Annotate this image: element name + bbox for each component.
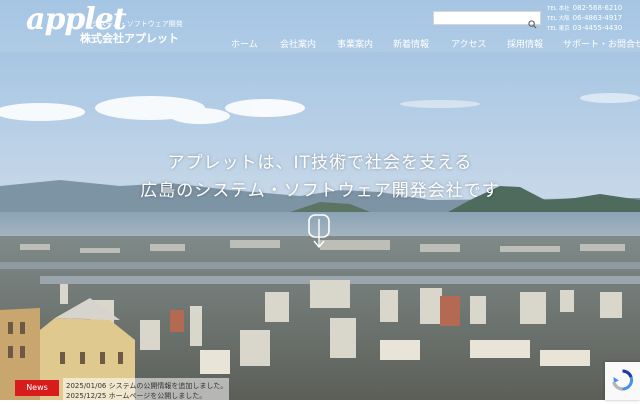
search-box	[433, 11, 541, 31]
nav-item-access[interactable]: アクセス	[451, 37, 487, 50]
contact-number: 03-4455-4430	[572, 24, 623, 32]
contact-label: TEL 東京	[547, 26, 570, 32]
scroll-down-icon[interactable]	[303, 214, 335, 258]
contact-number: 06-4863-4917	[572, 14, 623, 22]
nav-item-home[interactable]: ホーム	[231, 37, 258, 50]
site-header: applet システム・ソフトウェア開発 株式会社アプレット TEL 本社 082…	[0, 0, 640, 52]
recaptcha-icon	[612, 369, 634, 391]
nav-item-business[interactable]: 事業案内	[337, 37, 373, 50]
nav-item-company[interactable]: 会社案内	[280, 37, 316, 50]
search-input[interactable]	[434, 18, 530, 31]
news-list: 2025/01/06 システムの公開情報を追加しました。 2025/12/25 …	[63, 378, 229, 400]
contact-number: 082-568-6210	[572, 4, 623, 12]
contact-label: TEL 大阪	[547, 16, 570, 22]
contact-label: TEL 本社	[547, 6, 570, 12]
contact-phone-hq[interactable]: TEL 本社 082-568-6210	[547, 4, 622, 12]
news-badge[interactable]: News	[15, 380, 59, 396]
nav-item-support[interactable]: サポート・お問合せ	[563, 37, 640, 50]
news-item[interactable]: 2025/01/06 システムの公開情報を追加しました。	[66, 381, 227, 391]
search-icon[interactable]	[528, 14, 537, 33]
contact-phone-osaka[interactable]: TEL 大阪 06-4863-4917	[547, 14, 622, 22]
news-item[interactable]: 2025/12/25 ホームページを公開しました。	[66, 391, 206, 400]
news-bar: News 2025/01/06 システムの公開情報を追加しました。 2025/1…	[0, 378, 640, 400]
nav-item-recruit[interactable]: 採用情報	[507, 37, 543, 50]
hero-tagline-line2: 広島のシステム・ソフトウェア開発会社です	[140, 181, 500, 201]
contact-phone-tokyo[interactable]: TEL 東京 03-4455-4430	[547, 24, 622, 32]
hero-tagline-line1: アプレットは、IT技術で社会を支える	[167, 153, 473, 173]
company-name[interactable]: 株式会社アプレット	[80, 30, 179, 46]
logo-subtitle: システム・ソフトウェア開発	[92, 20, 183, 28]
nav-item-news[interactable]: 新着情報	[393, 37, 429, 50]
recaptcha-badge[interactable]	[605, 362, 640, 400]
